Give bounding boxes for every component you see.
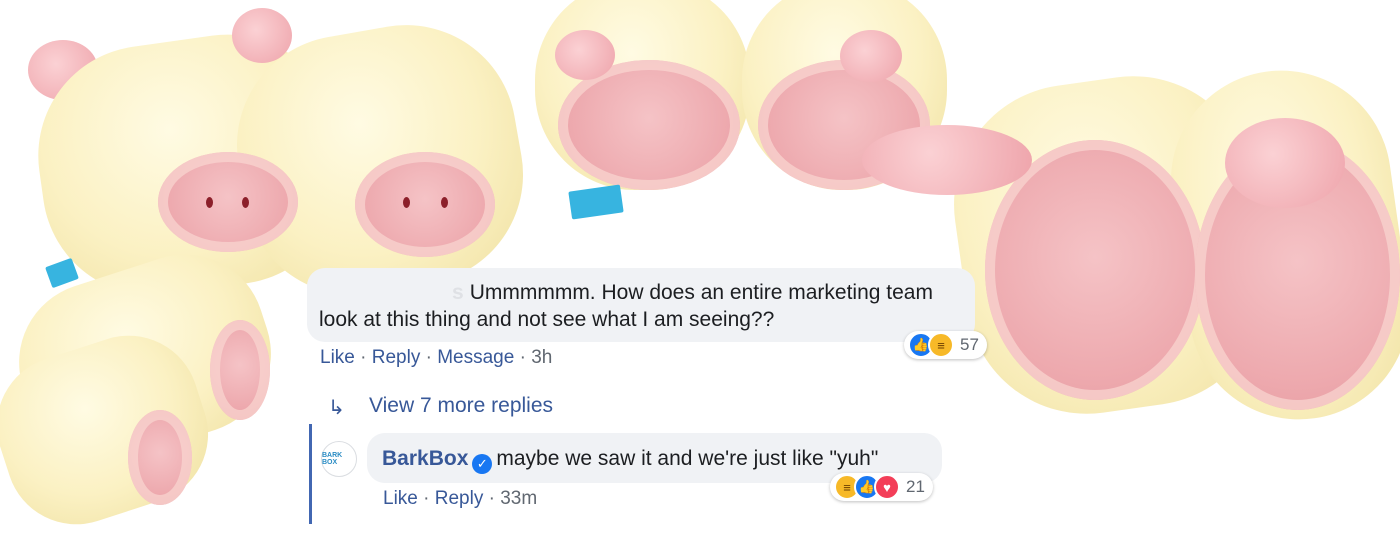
pig-snout — [128, 410, 192, 505]
reply-link[interactable]: Reply — [372, 347, 421, 368]
view-more-replies-link[interactable]: View 7 more replies — [369, 394, 553, 418]
pig-snout — [210, 320, 270, 420]
meme-canvas: s Ummmmmm. How does an entire marketing t… — [0, 0, 1400, 543]
reply-text: maybe we saw it and we're just like "yuh… — [496, 447, 879, 470]
brand-avatar[interactable]: BARK BOX — [321, 441, 357, 477]
haha-icon: ≡ — [928, 332, 954, 358]
pig-snout — [158, 152, 298, 252]
comment-bubble: s Ummmmmm. How does an entire marketing t… — [307, 268, 975, 342]
love-icon: ♥ — [874, 474, 900, 500]
timestamp[interactable]: 33m — [500, 488, 537, 509]
nostril — [403, 197, 410, 208]
verified-badge-icon: ✓ — [472, 453, 493, 474]
thread-line — [309, 424, 312, 524]
pig-snout — [355, 152, 495, 257]
reply-author[interactable]: BarkBox — [382, 447, 468, 470]
reaction-summary[interactable]: 👍 ≡ 57 — [904, 331, 987, 359]
separator: · — [519, 347, 526, 368]
separator: · — [425, 347, 432, 368]
separator: · — [423, 488, 430, 509]
reaction-count: 21 — [906, 477, 925, 496]
like-link[interactable]: Like — [383, 488, 418, 509]
message-link[interactable]: Message — [437, 347, 514, 368]
reaction-count: 57 — [960, 335, 979, 354]
separator: · — [488, 488, 495, 509]
reaction-summary[interactable]: ≡ 👍 ♥ 21 — [830, 473, 933, 501]
plush-tag — [568, 184, 624, 220]
comment-actions: Like · Reply · Message · 3h — [320, 347, 552, 369]
timestamp[interactable]: 3h — [531, 347, 552, 368]
nostril — [441, 197, 448, 208]
reply-actions: Like · Reply · 33m — [383, 488, 537, 510]
pig-tail — [555, 30, 615, 80]
nostril — [242, 197, 249, 208]
reply-arrow-icon: ↳ — [328, 397, 345, 419]
reply-link[interactable]: Reply — [435, 488, 484, 509]
nostril — [206, 197, 213, 208]
pig-tail — [1225, 118, 1345, 208]
like-link[interactable]: Like — [320, 347, 355, 368]
avatar-label: BARK BOX — [322, 452, 343, 466]
pig-tail — [862, 125, 1032, 195]
comment-text-line2: look at this thing and not see what I am… — [319, 308, 775, 331]
comment-text-line1: Ummmmmm. How does an entire marketing te… — [469, 281, 933, 304]
comment-author-partial[interactable]: s — [452, 281, 464, 304]
separator: · — [360, 347, 367, 368]
pig-tail — [840, 30, 902, 82]
